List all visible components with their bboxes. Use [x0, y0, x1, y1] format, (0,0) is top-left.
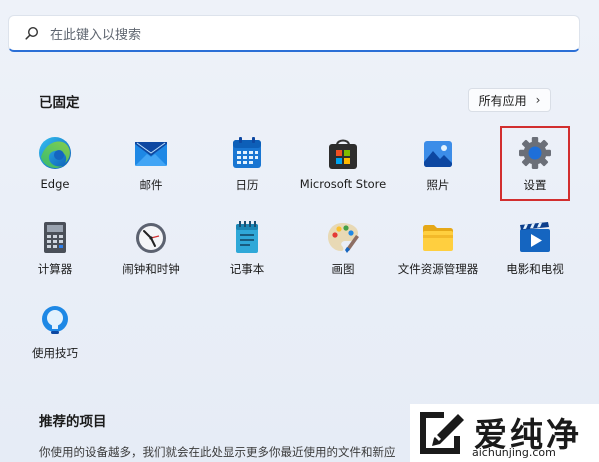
all-apps-button[interactable]: 所有应用 › [468, 88, 551, 112]
watermark: 爱纯净 aichunjing.com [410, 404, 599, 462]
movies-icon [520, 222, 550, 252]
edge-icon [39, 137, 71, 169]
app-tile-notepad[interactable]: 记事本 [199, 215, 295, 295]
watermark-url: aichunjing.com [472, 446, 556, 459]
app-label: 日历 [235, 178, 259, 192]
app-tile-clock[interactable]: 闹钟和时钟 [103, 215, 199, 295]
photos-icon [424, 141, 452, 167]
app-label: 闹钟和时钟 [122, 262, 180, 276]
notepad-icon [236, 221, 258, 253]
app-tile-file-explorer[interactable]: 文件资源管理器 [390, 215, 486, 295]
all-apps-label: 所有应用 [478, 93, 527, 108]
calculator-icon [44, 222, 66, 253]
paint-icon [328, 223, 359, 253]
app-tile-mail[interactable]: 邮件 [103, 131, 199, 211]
pinned-title: 已固定 [39, 95, 80, 111]
app-label: 使用技巧 [32, 346, 78, 360]
watermark-logo-icon [420, 412, 464, 454]
app-label: Edge [40, 177, 70, 191]
app-label: Microsoft Store [299, 177, 387, 191]
app-label: 文件资源管理器 [397, 262, 479, 276]
app-tile-photos[interactable]: 照片 [390, 131, 486, 211]
settings-highlight-box [500, 126, 570, 201]
search-box[interactable]: 在此键入以搜索 [8, 15, 580, 52]
app-label: 电影和电视 [506, 262, 564, 276]
clock-icon [136, 223, 166, 253]
app-tile-paint[interactable]: 画图 [295, 215, 391, 295]
app-label: 邮件 [139, 178, 163, 192]
search-placeholder: 在此键入以搜索 [50, 27, 142, 43]
app-tile-movies-tv[interactable]: 电影和电视 [487, 215, 583, 295]
app-tile-edge[interactable]: Edge [7, 131, 103, 211]
calendar-icon [233, 137, 261, 168]
app-tile-calculator[interactable]: 计算器 [7, 215, 103, 295]
recommended-description: 你使用的设备越多，我们就会在此处显示更多你最近使用的文件和新应 [39, 445, 396, 459]
app-label: 记事本 [229, 262, 265, 276]
search-icon [24, 25, 40, 41]
app-tile-calendar[interactable]: 日历 [199, 131, 295, 211]
app-tile-tips[interactable]: 使用技巧 [7, 299, 103, 379]
app-tile-microsoft-store[interactable]: Microsoft Store [295, 131, 391, 211]
recommended-title: 推荐的项目 [39, 414, 107, 430]
app-label: 计算器 [37, 262, 73, 276]
folder-icon [423, 225, 453, 251]
app-label: 照片 [426, 178, 450, 192]
app-label: 画图 [331, 262, 355, 276]
store-icon [329, 139, 357, 169]
tips-icon [42, 306, 68, 334]
mail-icon [135, 142, 167, 166]
chevron-right-icon: › [535, 93, 541, 107]
